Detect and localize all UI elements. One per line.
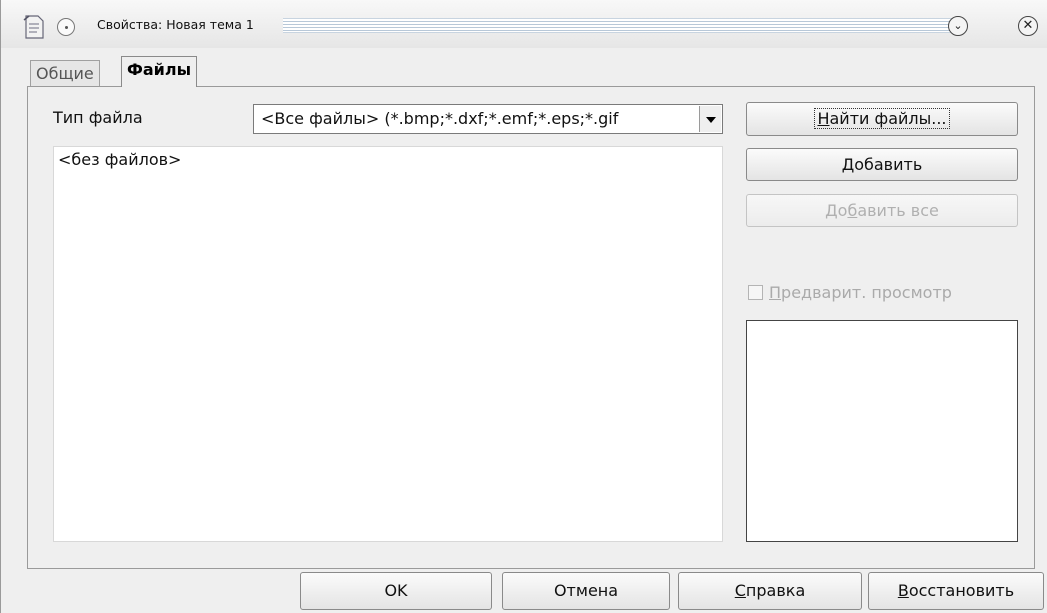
document-icon [23, 15, 44, 39]
cancel-button[interactable]: Отмена [502, 572, 670, 610]
close-icon[interactable]: ✕ [1018, 16, 1038, 36]
title-bar-stripes [283, 18, 956, 33]
cancel-label: Отмена [553, 581, 619, 600]
ok-button[interactable]: OK [300, 572, 492, 610]
tab-general[interactable]: Общие [30, 60, 100, 86]
window-menu-icon[interactable] [57, 18, 75, 36]
add-all-label-pre: До [825, 201, 848, 220]
find-files-button[interactable]: Найти файлы... [746, 102, 1018, 136]
add-all-button[interactable]: Добавить все [746, 194, 1018, 227]
file-list[interactable]: <без файлов> [53, 146, 723, 542]
add-all-mnemonic: б [847, 201, 858, 220]
reset-button[interactable]: Восстановить [868, 572, 1044, 610]
chevron-down-icon[interactable]: ⌄ [948, 16, 968, 36]
title-bar[interactable]: Свойства: Новая тема 1 ⌄ ✕ [1, 0, 1047, 48]
dialog-window: Свойства: Новая тема 1 ⌄ ✕ Общие Файлы Т… [0, 0, 1047, 613]
add-label-post: обавить [854, 155, 923, 174]
window-title: Свойства: Новая тема 1 [97, 17, 254, 32]
add-all-label-post: авить все [857, 201, 939, 220]
reset-label-post: осстановить [908, 581, 1015, 600]
find-files-mnemonic: Н [817, 109, 830, 128]
file-list-empty-text: <без файлов> [58, 150, 182, 169]
help-mnemonic: С [734, 581, 746, 600]
help-label-post: правка [745, 581, 806, 600]
add-button[interactable]: Добавить [746, 148, 1018, 181]
find-files-label-post: айти файлы... [829, 109, 947, 128]
file-type-label: Тип файла [53, 108, 143, 127]
file-type-value: <Все файлы> (*.bmp;*.dxf;*.emf;*.eps;*.g… [261, 109, 619, 128]
preview-mnemonic: П [769, 283, 782, 302]
help-button[interactable]: Справка [678, 572, 862, 610]
ok-label: OK [384, 581, 408, 600]
preview-label-post: редварит. просмотр [781, 283, 952, 302]
tab-files-label: Файлы [127, 60, 192, 79]
preview-checkbox-box[interactable] [748, 285, 763, 300]
file-type-select[interactable]: <Все файлы> (*.bmp;*.dxf;*.emf;*.eps;*.g… [253, 104, 723, 134]
reset-mnemonic: В [897, 581, 909, 600]
tab-files[interactable]: Файлы [121, 56, 198, 87]
dropdown-arrow-icon[interactable] [699, 106, 721, 132]
preview-area [746, 320, 1018, 542]
tab-general-label: Общие [36, 64, 94, 83]
preview-checkbox[interactable]: Предварит. просмотр [748, 283, 952, 302]
add-mnemonic: Д [841, 155, 855, 174]
